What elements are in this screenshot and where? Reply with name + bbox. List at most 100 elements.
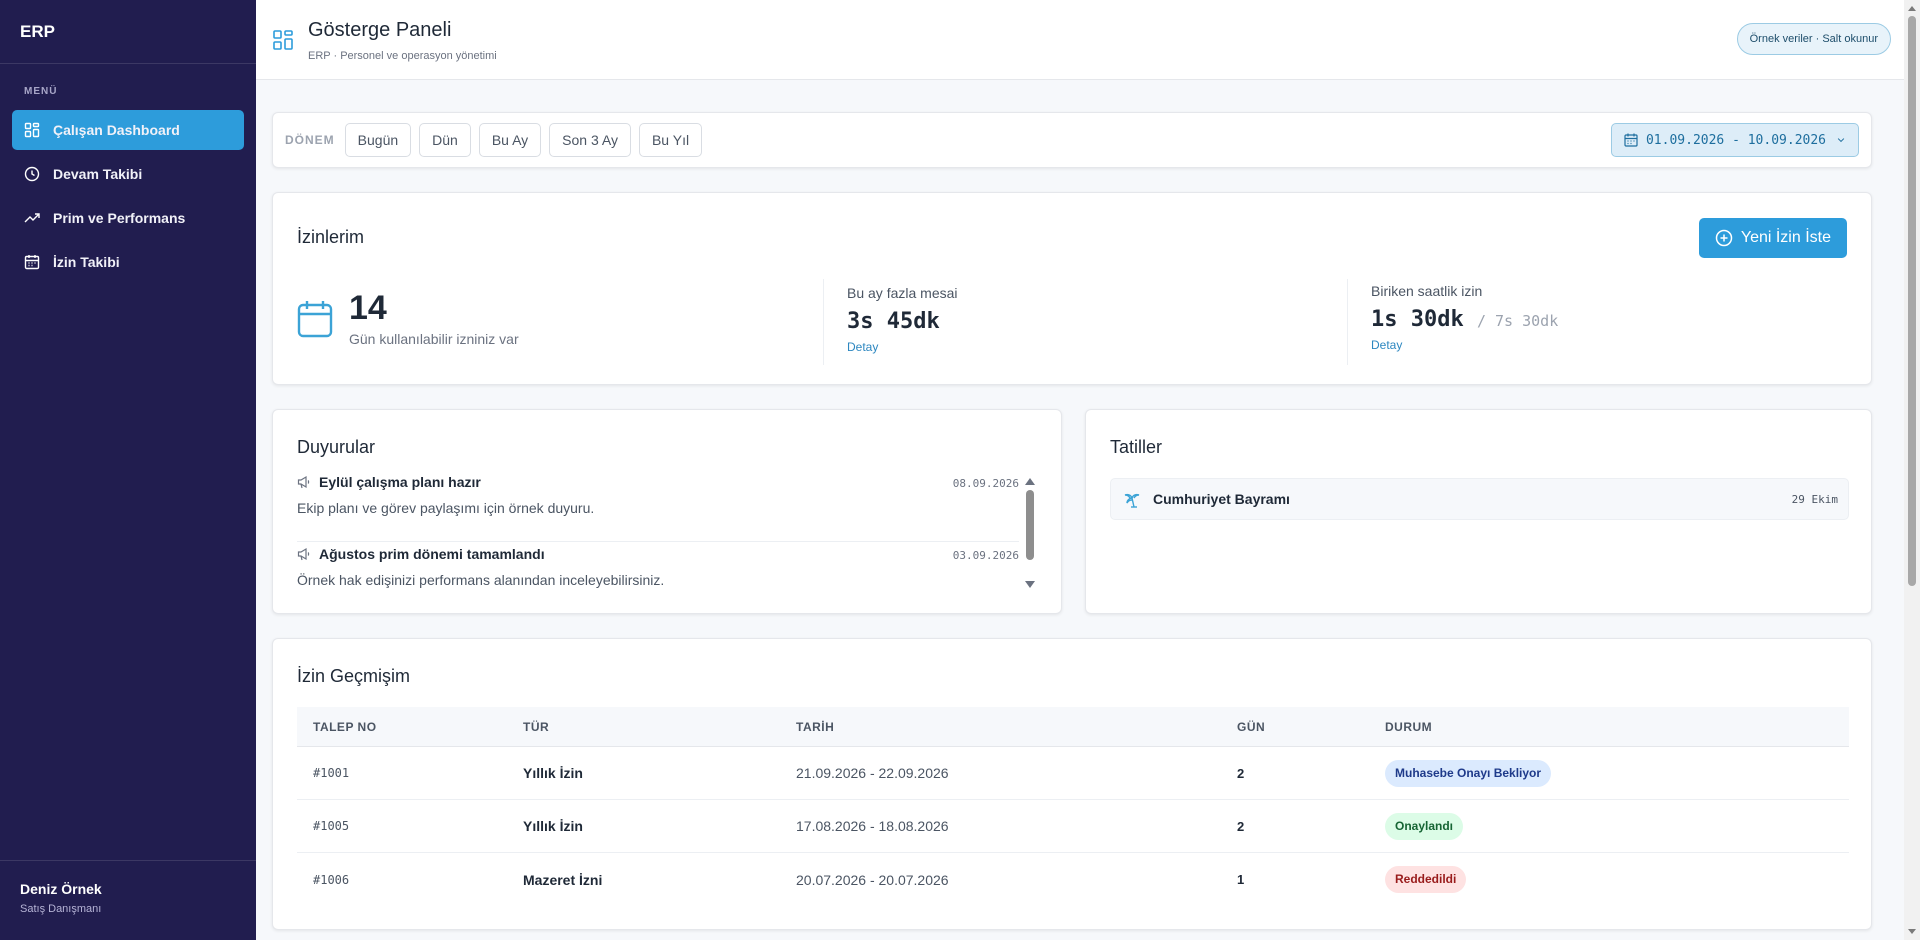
- trending-up-icon: [24, 213, 40, 223]
- announcements-scrollbar[interactable]: [1025, 478, 1035, 588]
- announcement-title: Ağustos prim dönemi tamamlandı: [319, 546, 545, 562]
- dashboard-icon: [24, 122, 40, 138]
- scroll-up-arrow-icon[interactable]: [1908, 6, 1916, 11]
- overtime-value: 3s 45dk: [847, 309, 940, 334]
- stat-divider: [823, 279, 824, 365]
- cell-request-no: #1001: [313, 766, 350, 780]
- status-badge: Muhasebe Onayı Bekliyor: [1385, 759, 1552, 787]
- user-role: Satış Danışmanı: [20, 903, 102, 915]
- sidebar-item-label: Prim ve Performans: [53, 210, 186, 226]
- scroll-down-arrow-icon[interactable]: [1025, 581, 1035, 588]
- page-title: Gösterge Paneli: [308, 19, 452, 41]
- announcement-date: 03.09.2026: [952, 549, 1019, 562]
- announcement-body: Örnek hak edişinizi performans alanından…: [297, 572, 665, 588]
- holiday-item: Cumhuriyet Bayramı 29 Ekim: [1110, 478, 1849, 520]
- my-leaves-card: İzinlerim Yeni İzin İste 14 Gün kullanıl…: [272, 192, 1872, 385]
- hourly-leave-detail-link[interactable]: Detay: [1371, 338, 1558, 352]
- status-badge: Reddedildi: [1385, 866, 1467, 893]
- sidebar-item-label: Devam Takibi: [53, 166, 143, 182]
- overtime-stat: Bu ay fazla mesai 3s 45dk Detay: [847, 285, 958, 354]
- page-scrollbar[interactable]: [1904, 0, 1920, 940]
- leave-history-title: İzin Geçmişim: [297, 666, 411, 686]
- cell-date: 21.09.2026 - 22.09.2026: [796, 765, 949, 781]
- period-yesterday-button[interactable]: Dün: [419, 123, 471, 157]
- column-header-type[interactable]: TÜR: [523, 720, 796, 734]
- period-last-3-months-button[interactable]: Son 3 Ay: [549, 123, 631, 157]
- menu-title: MENÜ: [24, 86, 58, 97]
- scroll-down-arrow-icon[interactable]: [1908, 929, 1916, 934]
- cell-request-no: #1006: [313, 872, 350, 887]
- cell-date: 20.07.2026 - 20.07.2026: [796, 871, 949, 888]
- date-range-picker[interactable]: 01.09.2026 - 10.09.2026: [1610, 123, 1859, 157]
- sidebar-item-bonus-performance[interactable]: Prim ve Performans: [12, 198, 244, 238]
- announcement-item[interactable]: Ağustos prim dönemi tamamlandı 03.09.202…: [297, 542, 1019, 614]
- brand-logo[interactable]: ERP: [0, 0, 256, 64]
- page-scroll-thumb[interactable]: [1908, 16, 1916, 586]
- hourly-leave-label: Biriken saatlik izin: [1371, 283, 1483, 299]
- leave-history-card: İzin Geçmişim TALEP NO TÜR TARİH GÜN DUR…: [272, 638, 1872, 930]
- sidebar-item-attendance[interactable]: Devam Takibi: [12, 154, 244, 194]
- available-leave-label: Gün kullanılabilir izniniz var: [349, 331, 519, 347]
- period-today-button[interactable]: Bugün: [344, 123, 412, 157]
- cell-days: 2: [1237, 765, 1245, 781]
- sidebar-item-label: Çalışan Dashboard: [53, 122, 180, 138]
- holidays-title: Tatiller: [1110, 437, 1163, 457]
- hourly-leave-stat: Biriken saatlik izin 1s 30dk / 7s 30dk D…: [1371, 283, 1558, 352]
- available-leave-stat: 14 Gün kullanılabilir izniniz var: [297, 291, 519, 347]
- column-header-date[interactable]: TARİH: [796, 720, 1237, 734]
- cell-days: 2: [1237, 818, 1245, 834]
- cell-type: Yıllık İzin: [523, 765, 583, 781]
- table-row[interactable]: #1001 Yıllık İzin 21.09.2026 - 22.09.202…: [297, 747, 1849, 800]
- page-header: Gösterge Paneli ERP · Personel ve operas…: [256, 0, 1904, 80]
- available-leave-days: 14: [349, 289, 387, 327]
- announcement-item[interactable]: Eylül çalışma planı hazır 08.09.2026 Eki…: [297, 470, 1019, 542]
- cell-days: 1: [1237, 872, 1245, 887]
- sidebar-item-leave-tracking[interactable]: İzin Takibi: [12, 242, 244, 282]
- period-this-month-button[interactable]: Bu Ay: [478, 123, 542, 157]
- overtime-detail-link[interactable]: Detay: [847, 340, 958, 354]
- cell-type: Mazeret İzni: [523, 871, 603, 888]
- period-label: DÖNEM: [285, 133, 335, 147]
- table-row[interactable]: #1005 Yıllık İzin 17.08.2026 - 18.08.202…: [297, 800, 1849, 853]
- hourly-leave-value: 1s 30dk: [1371, 307, 1464, 332]
- new-leave-request-label: Yeni İzin İste: [1740, 229, 1831, 246]
- sidebar-nav: Çalışan Dashboard Devam Takibi Prim ve P…: [0, 110, 256, 282]
- stat-divider: [1347, 279, 1348, 365]
- table-header: TALEP NO TÜR TARİH GÜN DURUM: [297, 707, 1849, 747]
- scroll-up-arrow-icon[interactable]: [1025, 478, 1035, 485]
- cell-date: 17.08.2026 - 18.08.2026: [796, 818, 949, 834]
- leave-history-table: TALEP NO TÜR TARİH GÜN DURUM #1001 Yıllı…: [297, 707, 1849, 906]
- chevron-down-icon: [1837, 138, 1845, 143]
- calendar-icon: [24, 255, 40, 270]
- column-header-status[interactable]: DURUM: [1385, 720, 1849, 734]
- announcement-body: Ekip planı ve görev paylaşımı için örnek…: [297, 500, 595, 516]
- cell-request-no: #1005: [313, 819, 350, 833]
- status-badge: Onaylandı: [1385, 812, 1464, 840]
- column-header-days[interactable]: GÜN: [1237, 720, 1385, 734]
- announcement-title: Eylül çalışma planı hazır: [319, 474, 481, 490]
- hourly-leave-limit: / 7s 30dk: [1476, 312, 1559, 330]
- calendar-icon: [297, 301, 333, 338]
- overtime-label: Bu ay fazla mesai: [847, 285, 958, 301]
- sidebar-item-employee-dashboard[interactable]: Çalışan Dashboard: [12, 110, 244, 150]
- column-header-request-no[interactable]: TALEP NO: [297, 720, 523, 734]
- user-profile[interactable]: Deniz Örnek Satış Danışmanı: [0, 860, 256, 940]
- palm-tree-icon: [1124, 493, 1140, 508]
- announcements-card: Duyurular Eylül çalışma planı hazır 08.0…: [272, 409, 1062, 614]
- cell-type: Yıllık İzin: [523, 818, 583, 834]
- scroll-thumb[interactable]: [1026, 490, 1034, 560]
- period-this-year-button[interactable]: Bu Yıl: [638, 123, 703, 157]
- announcements-list: Eylül çalışma planı hazır 08.09.2026 Eki…: [297, 470, 1019, 614]
- page-subtitle: ERP · Personel ve operasyon yönetimi: [308, 50, 497, 62]
- table-row[interactable]: #1006 Mazeret İzni 20.07.2026 - 20.07.20…: [297, 853, 1849, 906]
- megaphone-icon: [297, 475, 310, 489]
- holiday-date: 29 Ekim: [1791, 492, 1838, 506]
- announcement-date: 08.09.2026: [952, 477, 1019, 490]
- plus-circle-icon: [1715, 229, 1733, 247]
- calendar-icon: [1624, 133, 1638, 147]
- holidays-card: Tatiller Cumhuriyet Bayramı 29 Ekim: [1085, 409, 1872, 614]
- sidebar-item-label: İzin Takibi: [53, 254, 120, 270]
- user-name: Deniz Örnek: [20, 881, 102, 897]
- new-leave-request-button[interactable]: Yeni İzin İste: [1698, 218, 1847, 258]
- my-leaves-title: İzinlerim: [297, 227, 365, 247]
